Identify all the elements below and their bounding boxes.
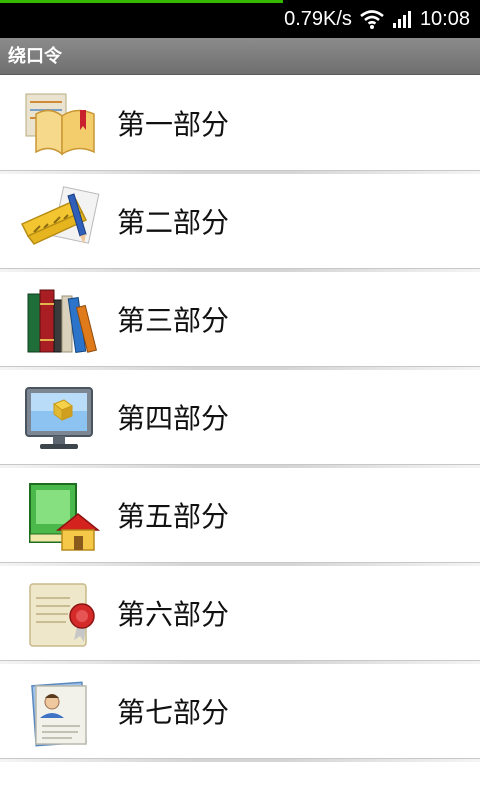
app-title: 绕口令 [8, 46, 62, 67]
list-item-label: 第一部分 [117, 108, 230, 141]
list-item-part-1[interactable]: 第一部分 [0, 76, 480, 174]
clock: 10:08 [419, 7, 470, 30]
wifi-icon [360, 9, 384, 29]
section-list: 第一部分 第二部分 第三部分 第四部分 第五部分 第六部分 第七部分 [0, 76, 480, 762]
open-book-icon [25, 93, 95, 156]
list-item-label: 第六部分 [117, 598, 230, 631]
status-icons: 0.79K/s 10:08 [284, 0, 470, 38]
list-item-part-5[interactable]: 第五部分 [0, 468, 480, 566]
contact-card-icon [31, 681, 87, 747]
cell-signal-icon [392, 9, 412, 29]
download-progress-bar [0, 0, 284, 3]
network-speed: 0.79K/s [284, 7, 352, 30]
list-item-label: 第二部分 [117, 206, 230, 239]
ruler-pencil-icon [20, 186, 100, 245]
list-item-label: 第五部分 [117, 500, 230, 533]
monitor-icon [25, 387, 93, 449]
list-item-label: 第三部分 [117, 304, 230, 337]
books-icon [27, 289, 98, 353]
list-item-label: 第四部分 [117, 402, 230, 435]
book-house-icon [29, 483, 100, 551]
list-item-part-4[interactable]: 第四部分 [0, 370, 480, 468]
list-item-part-7[interactable]: 第七部分 [0, 664, 480, 762]
status-bar: 0.79K/s 10:08 [0, 0, 480, 38]
list-item-part-3[interactable]: 第三部分 [0, 272, 480, 370]
app-title-bar: 绕口令 [0, 38, 480, 75]
list-item-part-6[interactable]: 第六部分 [0, 566, 480, 664]
list-item-part-2[interactable]: 第二部分 [0, 174, 480, 272]
list-item-label: 第七部分 [117, 696, 230, 729]
certificate-seal-icon [29, 583, 95, 647]
